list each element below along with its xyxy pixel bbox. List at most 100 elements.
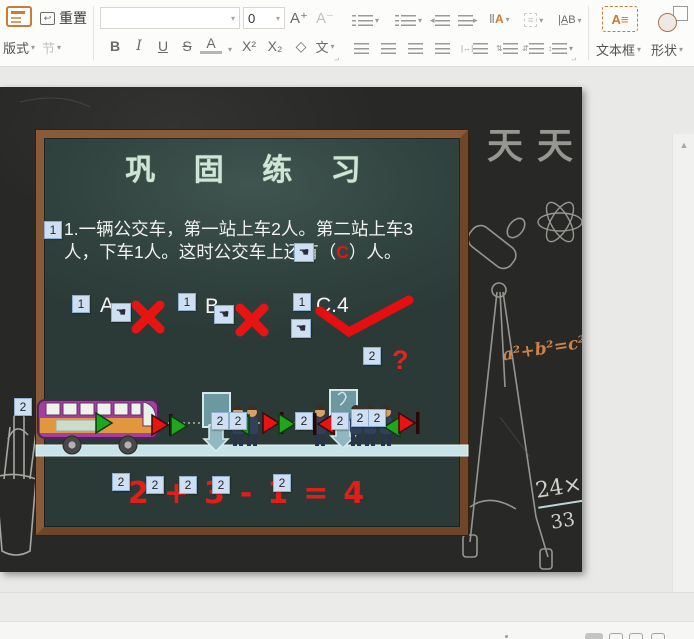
distribute-icon bbox=[473, 42, 489, 54]
text-box-dropdown[interactable]: 文本框 ▾ bbox=[596, 40, 641, 59]
text-box-label: 文本框 bbox=[596, 43, 636, 58]
font-color-icon: A bbox=[206, 35, 216, 51]
animation-order-badge[interactable]: 2 bbox=[146, 476, 164, 494]
bold-button[interactable]: B bbox=[104, 35, 126, 57]
animation-order-badge[interactable]: 1 bbox=[293, 293, 311, 311]
para-space-dec-button[interactable]: ⇵ bbox=[522, 37, 544, 59]
animation-order-badge[interactable]: 1 bbox=[178, 293, 196, 311]
layout-dropdown[interactable]: 版式 ▾ bbox=[3, 38, 35, 57]
text-box-icon: A≡ bbox=[611, 11, 629, 27]
chevron-down-icon: ▾ bbox=[330, 41, 335, 51]
arrange-text-button[interactable]: |A̲B ▾ bbox=[558, 9, 582, 31]
shapes-dropdown[interactable]: 形状 ▾ bbox=[651, 40, 683, 59]
underline-button[interactable]: U bbox=[152, 35, 174, 57]
pinyin-button[interactable]: 文 ▾ bbox=[314, 35, 336, 57]
option-c[interactable]: C.4 bbox=[316, 294, 349, 318]
equation-token: = bbox=[303, 476, 329, 511]
dialog-launcher-icon[interactable]: ⌐ bbox=[571, 55, 576, 65]
trigger-hand-icon[interactable]: ☚ bbox=[214, 305, 234, 324]
align-box-icon: ≡ bbox=[524, 13, 538, 27]
slide-title[interactable]: 巩 固 练 习 bbox=[90, 145, 410, 189]
bullets-button[interactable]: ▾ bbox=[352, 9, 379, 31]
align-center-button[interactable] bbox=[381, 37, 396, 59]
green-arrow-right bbox=[278, 412, 297, 436]
chevron-down-icon: ▾ bbox=[228, 44, 233, 54]
animation-order-badge[interactable]: 2 bbox=[273, 474, 291, 492]
animation-order-badge[interactable]: 2 bbox=[229, 412, 247, 430]
align-right-button[interactable] bbox=[408, 37, 423, 59]
shapes-button[interactable] bbox=[658, 6, 688, 32]
decrease-indent-button[interactable]: ◂ bbox=[430, 9, 450, 31]
numbering-button[interactable]: ▾ bbox=[395, 9, 422, 31]
question-mark[interactable]: ? bbox=[392, 345, 409, 376]
chevron-down-icon: ▾ bbox=[275, 13, 280, 23]
slide[interactable]: 天天向 a²+b²=c² 24× 33 bbox=[0, 87, 582, 572]
slide-canvas[interactable]: 天天向 a²+b²=c² 24× 33 bbox=[0, 67, 694, 639]
status-bar bbox=[0, 621, 694, 639]
animation-order-badge[interactable]: 2 bbox=[295, 412, 313, 430]
animation-order-badge[interactable]: 2 bbox=[212, 476, 230, 494]
animation-order-badge[interactable]: 2 bbox=[331, 412, 349, 430]
superscript-icon: X² bbox=[242, 38, 256, 54]
animation-order-badge[interactable]: 2 bbox=[351, 409, 369, 427]
horizontal-scrollbar[interactable] bbox=[0, 592, 694, 621]
italic-button[interactable]: I bbox=[128, 35, 150, 57]
animation-order-badge[interactable]: 1 bbox=[44, 221, 62, 239]
scroll-up-icon[interactable]: ▲ bbox=[673, 138, 694, 154]
strikethrough-icon: S bbox=[182, 38, 192, 54]
red-arrow-right bbox=[151, 413, 173, 437]
chevron-down-icon: ▾ bbox=[505, 14, 510, 24]
arrange-text-icon: |A̲B bbox=[558, 14, 576, 26]
vertical-scrollbar[interactable]: ▲ ▼ ▲▲ ▼▼ bbox=[672, 134, 694, 639]
distribute-button[interactable]: |↔| bbox=[461, 37, 489, 59]
trigger-hand-icon[interactable]: ☚ bbox=[111, 303, 131, 322]
increase-indent-icon bbox=[458, 14, 473, 26]
para-space-inc-button[interactable]: ⇅ bbox=[496, 37, 518, 59]
increase-font-button[interactable]: A⁺ bbox=[290, 7, 308, 29]
increase-indent-button[interactable]: ▸ bbox=[458, 9, 478, 31]
shapes-label: 形状 bbox=[651, 43, 678, 58]
strikethrough-button[interactable]: S bbox=[176, 35, 198, 57]
superscript-button[interactable]: X² bbox=[238, 35, 260, 57]
animation-order-badge[interactable]: 1 bbox=[72, 295, 90, 313]
font-color-caret[interactable]: ▾ bbox=[226, 38, 232, 60]
align-left-icon bbox=[354, 42, 369, 54]
slide-sorter-button[interactable] bbox=[609, 633, 623, 639]
font-size-combo[interactable]: 0 ▾ bbox=[243, 7, 285, 29]
normal-view-button[interactable] bbox=[585, 633, 603, 639]
animation-order-badge[interactable]: 2 bbox=[363, 347, 381, 365]
text-direction-button[interactable]: ‖ A ▾ bbox=[489, 8, 510, 30]
equation-token: 4 bbox=[343, 476, 365, 511]
content-align-button[interactable]: ≡ ▾ bbox=[524, 9, 543, 31]
font-color-button[interactable]: A bbox=[200, 35, 222, 54]
clear-format-button[interactable]: ◇ bbox=[290, 35, 312, 57]
dialog-launcher-icon[interactable]: ⌐ bbox=[334, 55, 339, 65]
text-direction-icon: A bbox=[494, 12, 504, 26]
chevron-down-icon: ▾ bbox=[569, 43, 574, 53]
para-space-icon bbox=[528, 42, 544, 54]
animation-order-badge[interactable]: 2 bbox=[112, 473, 130, 491]
decrease-font-button[interactable]: A⁻ bbox=[316, 7, 334, 29]
question-text[interactable]: 1.一辆公交车，第一站上车2人。第二站上车3 人，下车1人。这时公交车上还有（C… bbox=[64, 218, 462, 264]
slideshow-button[interactable] bbox=[651, 633, 665, 639]
section-dropdown[interactable]: 节 ▾ bbox=[42, 38, 61, 57]
ribbon-toolbar: 版式 ▾ ↩ 重置 节 ▾ ▾ 0 ▾ A⁺ A⁻ B I U S A ▾ X² X₂ … bbox=[0, 0, 694, 67]
animation-order-badge[interactable]: 2 bbox=[368, 409, 386, 427]
bullet-list-icon bbox=[358, 14, 373, 26]
trigger-hand-icon[interactable]: ☚ bbox=[294, 243, 314, 262]
animation-order-badge[interactable]: 2 bbox=[14, 398, 32, 416]
align-left-button[interactable] bbox=[354, 37, 369, 59]
numbered-list-icon bbox=[401, 14, 416, 26]
animation-order-badge[interactable]: 2 bbox=[211, 412, 229, 430]
font-size-value: 0 bbox=[248, 10, 256, 26]
line-spacing-button[interactable]: ↕ ▾ bbox=[548, 37, 573, 59]
justify-button[interactable] bbox=[435, 37, 450, 59]
text-box-button[interactable]: A≡ bbox=[602, 6, 638, 32]
reading-view-button[interactable] bbox=[629, 633, 643, 639]
trigger-hand-icon[interactable]: ☚ bbox=[291, 319, 311, 338]
animation-order-badge[interactable]: 2 bbox=[179, 476, 197, 494]
subscript-button[interactable]: X₂ bbox=[264, 35, 286, 57]
slide-layout-button[interactable] bbox=[6, 5, 32, 27]
reset-button[interactable]: ↩ 重置 bbox=[40, 8, 87, 28]
font-name-combo[interactable]: ▾ bbox=[100, 7, 240, 29]
